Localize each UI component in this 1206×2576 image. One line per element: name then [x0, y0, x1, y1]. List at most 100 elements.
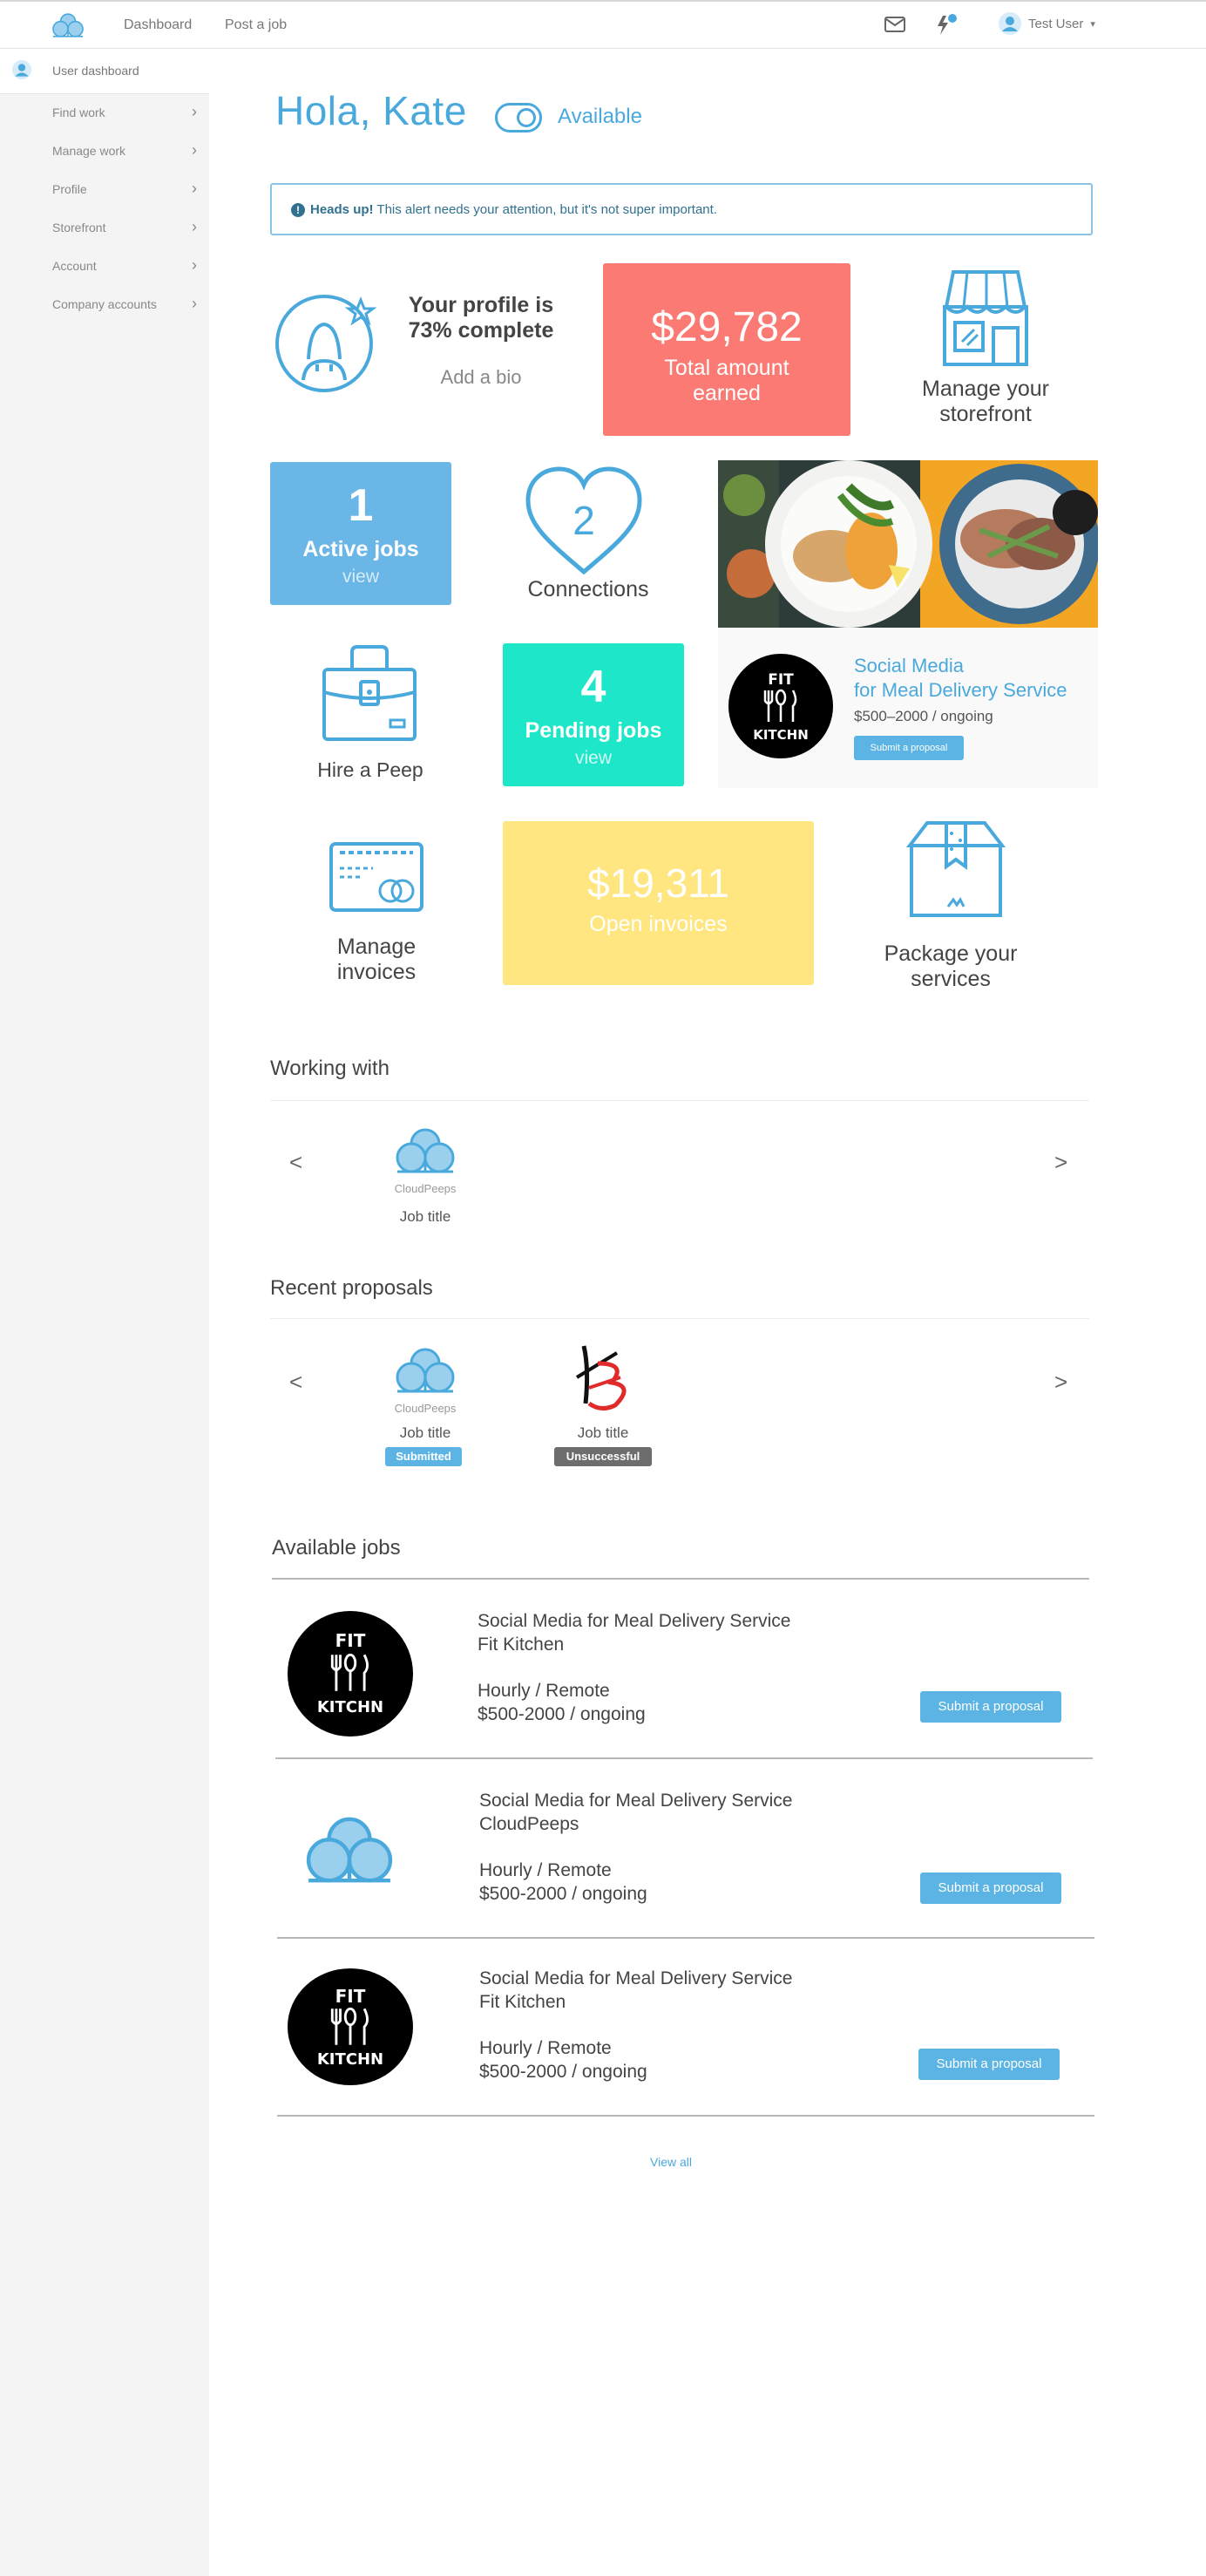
package-box-icon[interactable] — [906, 819, 1006, 919]
submit-proposal-button[interactable]: Submit a proposal — [920, 1691, 1061, 1723]
chevron-right-icon: › — [192, 180, 197, 197]
profile-line2: 73% complete — [408, 318, 554, 343]
open-invoices-tile[interactable]: $19,311 Open invoices — [503, 821, 814, 985]
submit-proposal-button[interactable]: Submit a proposal — [918, 2049, 1060, 2080]
featured-job-card[interactable]: FIT KITCHN Social Media for Meal Deliver… — [718, 628, 1098, 788]
availability-status: Available — [558, 105, 642, 128]
job-title[interactable]: Social Media for Meal Delivery Service F… — [478, 1609, 790, 1656]
nav-post-job-link[interactable]: Post a job — [225, 17, 287, 33]
job-title-text: Social Media for Meal Delivery Service — [478, 1611, 791, 1631]
sidebar-item-manage-work[interactable]: Manage work › — [0, 133, 209, 171]
chevron-right-icon: › — [192, 295, 197, 312]
sidebar-item-label: Account — [52, 259, 97, 273]
alert-text: Heads up! This alert needs your attentio… — [310, 202, 717, 217]
working-with-prev-button[interactable]: < — [289, 1149, 302, 1176]
open-invoices-amount: $19,311 — [587, 860, 729, 906]
fit-logo-top-text: FIT — [335, 1986, 366, 2007]
job-title: Job title — [399, 1208, 451, 1225]
sidebar-item-profile[interactable]: Profile › — [0, 171, 209, 209]
job-title[interactable]: Social Media for Meal Delivery Service C… — [479, 1789, 792, 1836]
sidebar-item-label: Find work — [52, 105, 105, 119]
sidebar-item-company-accounts[interactable]: Company accounts › — [0, 286, 209, 324]
user-avatar-icon — [12, 60, 31, 79]
job-title[interactable]: Social Media for Meal Delivery Service F… — [479, 1967, 792, 2014]
fit-kitchen-logo: FIT KITCHN — [288, 1611, 413, 1737]
credit-card-icon[interactable] — [328, 840, 425, 914]
sidebar: User dashboard Find work › Manage work ›… — [0, 49, 209, 2576]
sidebar-item-account[interactable]: Account › — [0, 248, 209, 286]
mail-icon[interactable] — [884, 15, 906, 34]
job-title: Job title — [577, 1424, 629, 1441]
view-all-jobs-link[interactable]: View all — [650, 2155, 692, 2169]
fit-kitchen-logo: FIT KITCHN — [728, 654, 833, 758]
alert-message: This alert needs your attention, but it'… — [373, 202, 717, 217]
earned-label-line1: Total amount — [664, 356, 789, 380]
open-invoices-label: Open invoices — [589, 912, 728, 936]
sidebar-item-label: Company accounts — [52, 297, 157, 311]
divider — [277, 2115, 1094, 2117]
job-budget: $500-2000 / ongoing — [479, 2062, 647, 2082]
earned-amount: $29,782 — [651, 304, 803, 350]
earned-label-line2: earned — [693, 381, 761, 405]
cutlery-icon — [330, 1653, 369, 1691]
featured-job-title-line1: Social Media — [854, 655, 964, 676]
user-menu[interactable]: Test User ▾ — [999, 12, 1095, 35]
fit-logo-top-text: FIT — [768, 671, 794, 689]
storefront-icon[interactable] — [938, 267, 1033, 368]
kb-logo-icon — [575, 1345, 627, 1410]
fit-logo-top-text: FIT — [335, 1630, 366, 1651]
pending-jobs-view-link[interactable]: view — [503, 748, 684, 769]
cutlery-icon — [330, 2007, 369, 2045]
pending-jobs-count: 4 — [580, 662, 606, 712]
cloudpeeps-logo-icon — [390, 1344, 460, 1397]
cloudpeeps-logo-icon — [390, 1125, 460, 1177]
manage-invoices-label[interactable]: Manage invoices — [300, 935, 453, 985]
sidebar-top-label: User dashboard — [52, 64, 139, 78]
add-bio-link[interactable]: Add a bio — [394, 366, 568, 389]
earned-label: Total amount earned — [603, 356, 850, 406]
nav-dashboard-link[interactable]: Dashboard — [124, 17, 192, 33]
job-budget: $500-2000 / ongoing — [479, 1884, 647, 1904]
active-jobs-count: 1 — [348, 480, 374, 531]
divider — [270, 1318, 1089, 1319]
alert-banner: ! Heads up! This alert needs your attent… — [270, 183, 1093, 235]
sidebar-item-storefront[interactable]: Storefront › — [0, 209, 209, 248]
featured-job-title-line2: for Meal Delivery Service — [854, 679, 1067, 701]
status-badge: Submitted — [385, 1447, 462, 1466]
cloudpeeps-logo-icon[interactable] — [49, 11, 87, 39]
chevron-right-icon: › — [192, 141, 197, 159]
sidebar-user-dashboard[interactable]: User dashboard — [0, 49, 209, 94]
hire-a-peep-label[interactable]: Hire a Peep — [296, 758, 444, 782]
working-with-heading: Working with — [270, 1057, 390, 1080]
total-earned-tile[interactable]: $29,782 Total amount earned — [603, 263, 850, 436]
job-type: Hourly / Remote — [479, 1860, 612, 1880]
pending-jobs-tile[interactable]: 4 Pending jobs view — [503, 643, 684, 786]
notifications-bolt-icon[interactable] — [934, 12, 957, 37]
availability-toggle[interactable] — [495, 103, 542, 133]
working-with-next-button[interactable]: > — [1054, 1149, 1067, 1176]
connections-count: 2 — [573, 498, 595, 543]
profile-line1: Your profile is — [408, 293, 554, 317]
package-services-label[interactable]: Package your services — [868, 941, 1033, 992]
proposals-next-button[interactable]: > — [1054, 1369, 1067, 1396]
caret-down-icon: ▾ — [1090, 18, 1095, 30]
job-company: Fit Kitchen — [479, 1992, 566, 2012]
manage-storefront-label[interactable]: Manage your storefront — [903, 377, 1068, 427]
job-meta: Hourly / Remote $500-2000 / ongoing — [478, 1679, 646, 1726]
active-jobs-tile[interactable]: 1 Active jobs view — [270, 462, 451, 605]
sidebar-item-find-work[interactable]: Find work › — [0, 94, 209, 133]
user-avatar-icon — [999, 12, 1021, 35]
submit-proposal-button[interactable]: Submit a proposal — [920, 1873, 1061, 1904]
active-jobs-view-link[interactable]: view — [270, 567, 451, 588]
proposals-prev-button[interactable]: < — [289, 1369, 302, 1396]
sidebar-item-label: Manage work — [52, 144, 126, 158]
job-type: Hourly / Remote — [478, 1681, 610, 1701]
featured-submit-proposal-button[interactable]: Submit a proposal — [854, 736, 964, 760]
profile-avatar-icon[interactable] — [274, 291, 380, 392]
briefcase-icon[interactable] — [319, 643, 420, 743]
featured-job-title[interactable]: Social Media for Meal Delivery Service — [854, 654, 1067, 703]
job-company: CloudPeeps — [479, 1814, 579, 1834]
status-badge: Unsuccessful — [554, 1447, 652, 1466]
info-icon: ! — [291, 203, 305, 217]
connections-label[interactable]: Connections — [505, 577, 671, 602]
